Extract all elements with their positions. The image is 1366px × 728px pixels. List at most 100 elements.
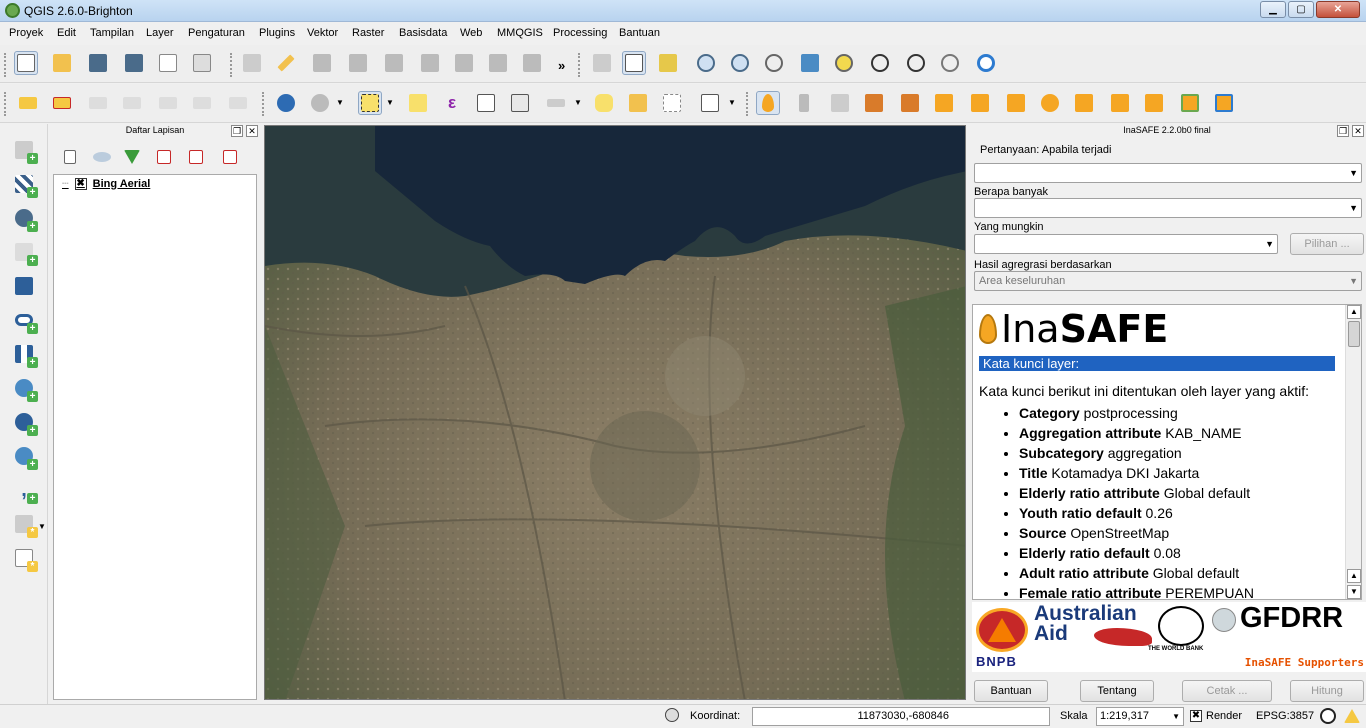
change-label-button[interactable]: [226, 91, 250, 115]
undock-icon[interactable]: ❐: [231, 125, 243, 137]
minimize-button[interactable]: ▁: [1260, 1, 1286, 18]
new-shapefile-button[interactable]: *: [10, 510, 38, 538]
add-postgis-layer-button[interactable]: +: [10, 204, 38, 232]
menu-pengaturan[interactable]: Pengaturan: [188, 27, 245, 39]
chevron-down-icon[interactable]: ▼: [386, 98, 394, 107]
save-project-button[interactable]: [86, 51, 110, 75]
results-report[interactable]: InaSAFE Kata kunci layer: Kata kunci ber…: [972, 304, 1362, 600]
add-feature-button[interactable]: [346, 51, 370, 75]
zoom-in-button[interactable]: [694, 51, 718, 75]
field-calculator-button[interactable]: [508, 91, 532, 115]
pan-to-selection-button[interactable]: [656, 51, 680, 75]
show-hide-labels-button[interactable]: [120, 91, 144, 115]
expand-tree-button[interactable]: [152, 145, 176, 169]
zoom-full-button[interactable]: [798, 51, 822, 75]
menu-basisdata[interactable]: Basisdata: [399, 27, 447, 39]
menu-plugins[interactable]: Plugins: [259, 27, 295, 39]
menu-mmqgis[interactable]: MMQGIS: [497, 27, 543, 39]
toolbar-grip[interactable]: [4, 53, 8, 77]
identify-button[interactable]: [274, 91, 298, 115]
new-project-button[interactable]: [14, 51, 38, 75]
import-dialog-button[interactable]: [1072, 91, 1096, 115]
keywords-editor-button[interactable]: [792, 91, 816, 115]
chevron-down-icon[interactable]: ▼: [728, 98, 736, 107]
hazard-combo[interactable]: ▼: [974, 163, 1362, 183]
add-delimited-text-button[interactable]: , +: [10, 476, 38, 504]
attribute-table-button[interactable]: [474, 91, 498, 115]
print-button[interactable]: Cetak ...: [1182, 680, 1272, 702]
close-button[interactable]: ✕: [1316, 1, 1360, 18]
menu-bantuan[interactable]: Bantuan: [619, 27, 660, 39]
label-tool-button[interactable]: [50, 91, 74, 115]
touch-zoom-pan-button[interactable]: [590, 51, 614, 75]
menu-web[interactable]: Web: [460, 27, 482, 39]
add-oracle-layer-button[interactable]: +: [10, 306, 38, 334]
osm-downloader-button[interactable]: [968, 91, 992, 115]
add-wms-layer-button[interactable]: +: [10, 340, 38, 368]
map-tips-button[interactable]: [592, 91, 616, 115]
undock-icon[interactable]: ❐: [1337, 125, 1349, 137]
deselect-all-button[interactable]: [406, 91, 430, 115]
new-print-composer-button[interactable]: [156, 51, 180, 75]
about-button[interactable]: Tentang: [1080, 680, 1154, 702]
add-memory-layer-button[interactable]: *: [10, 544, 38, 572]
aggregation-combo[interactable]: Area keseluruhan ▼: [974, 271, 1362, 291]
zoom-next-button[interactable]: [938, 51, 962, 75]
render-checkbox[interactable]: ✖: [1190, 710, 1202, 722]
toolbar-grip[interactable]: [746, 92, 750, 116]
layer-labeling-button[interactable]: [16, 91, 40, 115]
new-bookmark-button[interactable]: [626, 91, 650, 115]
menu-processing[interactable]: Processing: [553, 27, 607, 39]
scroll-thumb[interactable]: [1348, 321, 1360, 347]
menu-edit[interactable]: Edit: [57, 27, 76, 39]
current-edits-button[interactable]: [240, 51, 264, 75]
layer-visibility-checkbox[interactable]: ✖: [74, 177, 87, 190]
rotate-label-button[interactable]: [190, 91, 214, 115]
layer-item[interactable]: ┄ ✖ Bing Aerial: [62, 177, 150, 190]
zoom-out-button[interactable]: [728, 51, 752, 75]
scroll-down-icon[interactable]: ▼: [1347, 585, 1361, 599]
toolbar-grip[interactable]: [262, 92, 266, 116]
scroll-up-icon[interactable]: ▲: [1347, 305, 1361, 319]
chevron-down-icon[interactable]: ▼: [38, 522, 46, 531]
node-tool-button[interactable]: [418, 51, 442, 75]
messages-button[interactable]: [1342, 706, 1362, 726]
exposure-combo[interactable]: ▼: [974, 198, 1362, 218]
remove-layer-button[interactable]: [218, 145, 242, 169]
show-bookmarks-button[interactable]: [660, 91, 684, 115]
batch-runner-button[interactable]: [1004, 91, 1028, 115]
copy-features-button[interactable]: [520, 51, 544, 75]
text-annotation-button[interactable]: [698, 91, 722, 115]
add-raster-layer-button[interactable]: +: [10, 170, 38, 198]
toolbar-grip[interactable]: [230, 53, 234, 77]
minimum-needs-button[interactable]: [862, 91, 886, 115]
crs-button[interactable]: [1318, 706, 1338, 726]
scale-combo[interactable]: 1:219,317 ▼: [1096, 707, 1184, 726]
pan-map-button[interactable]: [622, 51, 646, 75]
filter-legend-button[interactable]: [120, 145, 144, 169]
run-button[interactable]: Hitung: [1290, 680, 1364, 702]
shakemap-converter-button[interactable]: [932, 91, 956, 115]
toolbar-grip[interactable]: [578, 53, 582, 77]
maximize-button[interactable]: ▢: [1288, 1, 1314, 18]
close-panel-icon[interactable]: ✕: [1352, 125, 1364, 137]
run-action-button[interactable]: [308, 91, 332, 115]
add-wcs-layer-button[interactable]: +: [10, 374, 38, 402]
menu-layer[interactable]: Layer: [146, 27, 174, 39]
visibility-button[interactable]: [90, 145, 114, 169]
help-button[interactable]: Bantuan: [974, 680, 1048, 702]
menu-tampilan[interactable]: Tampilan: [90, 27, 134, 39]
menu-vektor[interactable]: Vektor: [307, 27, 338, 39]
select-by-expression-button[interactable]: ε: [440, 91, 464, 115]
open-project-button[interactable]: [50, 51, 74, 75]
add-wfs-layer-button[interactable]: +: [10, 408, 38, 436]
expand-all-button[interactable]: [58, 145, 82, 169]
add-mssql-layer-button[interactable]: [10, 272, 38, 300]
coordinate-field[interactable]: 11873030,-680846: [752, 707, 1050, 726]
toggle-editing-button[interactable]: [274, 51, 298, 75]
field-mapping-button[interactable]: [1142, 91, 1166, 115]
function-combo[interactable]: ▼: [974, 234, 1278, 254]
chevron-down-icon[interactable]: ▼: [574, 98, 582, 107]
zoom-to-selection-button[interactable]: [832, 51, 856, 75]
composer-manager-button[interactable]: [190, 51, 214, 75]
